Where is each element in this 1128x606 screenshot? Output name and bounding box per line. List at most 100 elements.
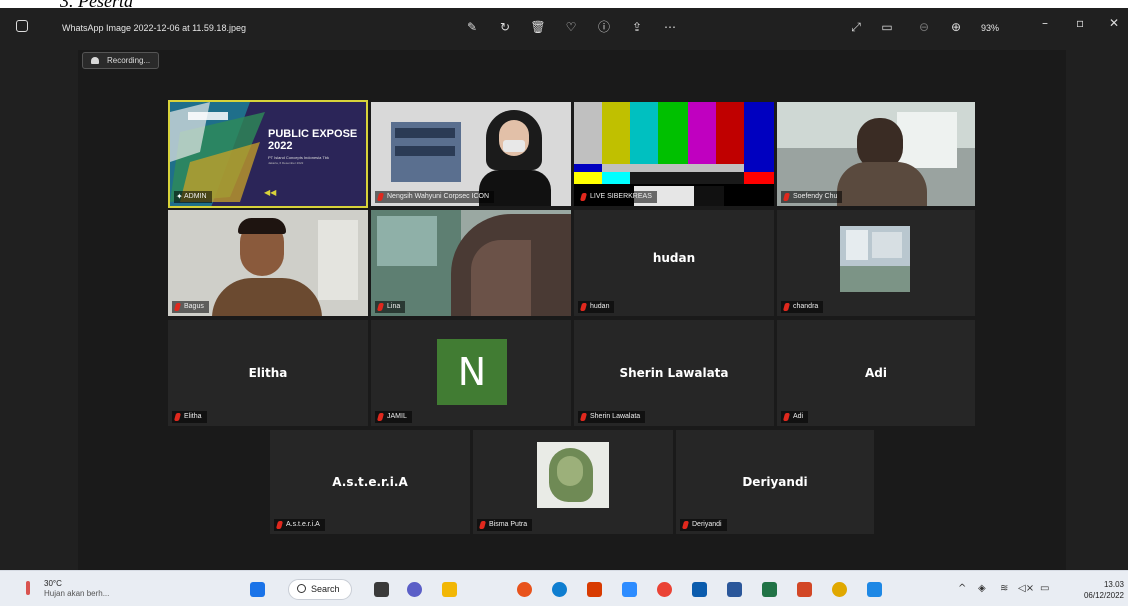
search-label: Search	[311, 584, 340, 594]
participant-display-name: hudan	[652, 251, 696, 265]
excel-icon[interactable]	[762, 582, 777, 597]
clock[interactable]: 13.03 06/12/2022	[1084, 579, 1124, 601]
participant-tile-soefendy[interactable]: Soefendy Chu	[777, 102, 975, 206]
volume-icon[interactable]: ◁×	[1018, 583, 1034, 594]
network-app-icon[interactable]: ◈	[978, 583, 986, 594]
chrome-canary-icon[interactable]	[832, 582, 847, 597]
participant-name: Elitha	[184, 413, 202, 420]
start-icon[interactable]	[250, 582, 265, 597]
participant-tile-live-siberkreas[interactable]: LIVE SIBERKREAS	[574, 102, 774, 206]
zoom-level: 93%	[981, 23, 1000, 33]
participant-tile-jamil[interactable]: N JAMIL	[371, 320, 571, 426]
participant-name: JAMIL	[387, 413, 407, 420]
participant-name: Soefendy Chu	[793, 193, 838, 200]
video-background	[395, 128, 455, 138]
participant-tile-bisma[interactable]: Bisma Putra	[473, 430, 673, 534]
participant-tile-admin[interactable]: PUBLIC EXPOSE 2022 PT Island Concepts In…	[168, 100, 368, 208]
participant-tile-lina[interactable]: Lina	[371, 210, 571, 316]
expand-icon[interactable]: ⤢	[848, 19, 864, 35]
participant-name: Lina	[387, 303, 401, 310]
video-person	[238, 218, 286, 234]
video-background	[318, 220, 358, 300]
zoom-meeting-screenshot: Recording... PUBLIC EXPOSE 2022 PT Islan…	[78, 50, 1066, 570]
office-icon[interactable]	[587, 582, 602, 597]
pin-icon: ✦	[176, 192, 183, 201]
weather-widget[interactable]: 30°C Hujan akan berh...	[44, 579, 109, 599]
fit-icon[interactable]: ▭	[879, 19, 895, 35]
participant-name-tag: Soefendy Chu	[781, 191, 843, 203]
minimize-button[interactable]: –	[1042, 16, 1048, 30]
participant-name-tag: Bagus	[172, 301, 209, 313]
chrome-icon[interactable]	[657, 582, 672, 597]
participant-name: ADMIN	[184, 193, 207, 200]
participant-name-tag: hudan	[578, 301, 615, 313]
info-icon[interactable]: ⓘ	[596, 19, 612, 35]
muted-mic-icon	[782, 193, 791, 201]
participant-tile-nengsih[interactable]: Nengsih Wahyuni Corpsec ICON	[371, 102, 571, 206]
muted-mic-icon	[376, 303, 385, 311]
participant-name: Adi	[793, 413, 804, 420]
participant-tile-asteria[interactable]: A.s.t.e.r.i.A A.s.t.e.r.i.A	[270, 430, 470, 534]
maximize-button[interactable]: ▫	[1076, 16, 1084, 30]
zoom-icon[interactable]	[622, 582, 637, 597]
muted-mic-icon	[173, 413, 182, 421]
participant-name-tag: ✦ ADMIN	[174, 191, 212, 203]
muted-mic-icon	[376, 413, 385, 421]
recording-label: Recording...	[107, 56, 151, 65]
file-name: WhatsApp Image 2022-12-06 at 11.59.18.jp…	[62, 23, 246, 33]
rotate-icon[interactable]: ↻	[497, 19, 513, 35]
participant-tile-sherin[interactable]: Sherin Lawalata Sherin Lawalata	[574, 320, 774, 426]
participant-display-name: Elitha	[248, 366, 288, 380]
wifi-icon[interactable]: ≋	[1000, 583, 1008, 594]
chat-icon[interactable]	[407, 582, 422, 597]
muted-mic-icon	[782, 413, 791, 421]
photos-icon[interactable]	[867, 582, 882, 597]
chevron-up-icon[interactable]: ^	[958, 583, 966, 594]
participant-name-tag: Adi	[781, 411, 809, 423]
firefox-icon[interactable]	[517, 582, 532, 597]
battery-icon[interactable]: ▭	[1040, 583, 1049, 594]
weather-temp: 30°C	[44, 579, 62, 588]
app-icon[interactable]	[692, 582, 707, 597]
participant-tile-elitha[interactable]: Elitha Elitha	[168, 320, 368, 426]
participant-name-tag: chandra	[781, 301, 824, 313]
muted-mic-icon	[579, 413, 588, 421]
search-box[interactable]: Search	[288, 579, 352, 600]
participant-name: LIVE SIBERKREAS	[590, 193, 652, 200]
word-icon[interactable]	[727, 582, 742, 597]
video-background	[395, 146, 455, 156]
participant-name: Deriyandi	[692, 521, 722, 528]
clock-time: 13.03	[1103, 580, 1124, 589]
participant-name-tag: A.s.t.e.r.i.A	[274, 519, 325, 531]
delete-icon[interactable]: 🗑	[530, 19, 546, 35]
edit-icon[interactable]: ✎	[464, 19, 480, 35]
participant-tile-chandra[interactable]: chandra	[777, 210, 975, 316]
participant-tile-adi[interactable]: Adi Adi	[777, 320, 975, 426]
share-icon[interactable]: ⇪	[629, 19, 645, 35]
participant-name: Bagus	[184, 303, 204, 310]
participant-tile-bagus[interactable]: Bagus	[168, 210, 368, 316]
participant-tile-deriyandi[interactable]: Deriyandi Deriyandi	[676, 430, 874, 534]
participant-name-tag: Nengsih Wahyuni Corpsec ICON	[375, 191, 495, 203]
participant-name: Sherin Lawalata	[590, 413, 641, 420]
zoom-in-icon[interactable]: ⊕	[948, 19, 964, 35]
participant-tile-hudan[interactable]: hudan hudan	[574, 210, 774, 316]
powerpoint-icon[interactable]	[797, 582, 812, 597]
video-person	[212, 278, 322, 316]
participant-name-tag: LIVE SIBERKREAS	[578, 191, 657, 203]
muted-mic-icon	[579, 303, 588, 311]
participant-name: Nengsih Wahyuni Corpsec ICON	[387, 193, 490, 200]
favorite-icon[interactable]: ♡	[563, 19, 579, 35]
participant-name-tag: Elitha	[172, 411, 207, 423]
close-button[interactable]: ✕	[1109, 16, 1119, 30]
task-view-icon[interactable]	[374, 582, 389, 597]
weather-icon[interactable]	[26, 581, 30, 595]
more-icon[interactable]: ⋯	[662, 19, 678, 35]
zoom-out-icon[interactable]: ⊖	[916, 19, 932, 35]
edge-icon[interactable]	[552, 582, 567, 597]
slide-title-line1: PUBLIC EXPOSE	[268, 128, 358, 140]
participant-name-tag: Lina	[375, 301, 406, 313]
search-icon	[297, 584, 306, 593]
file-explorer-icon[interactable]	[442, 582, 457, 597]
muted-mic-icon	[579, 193, 588, 201]
